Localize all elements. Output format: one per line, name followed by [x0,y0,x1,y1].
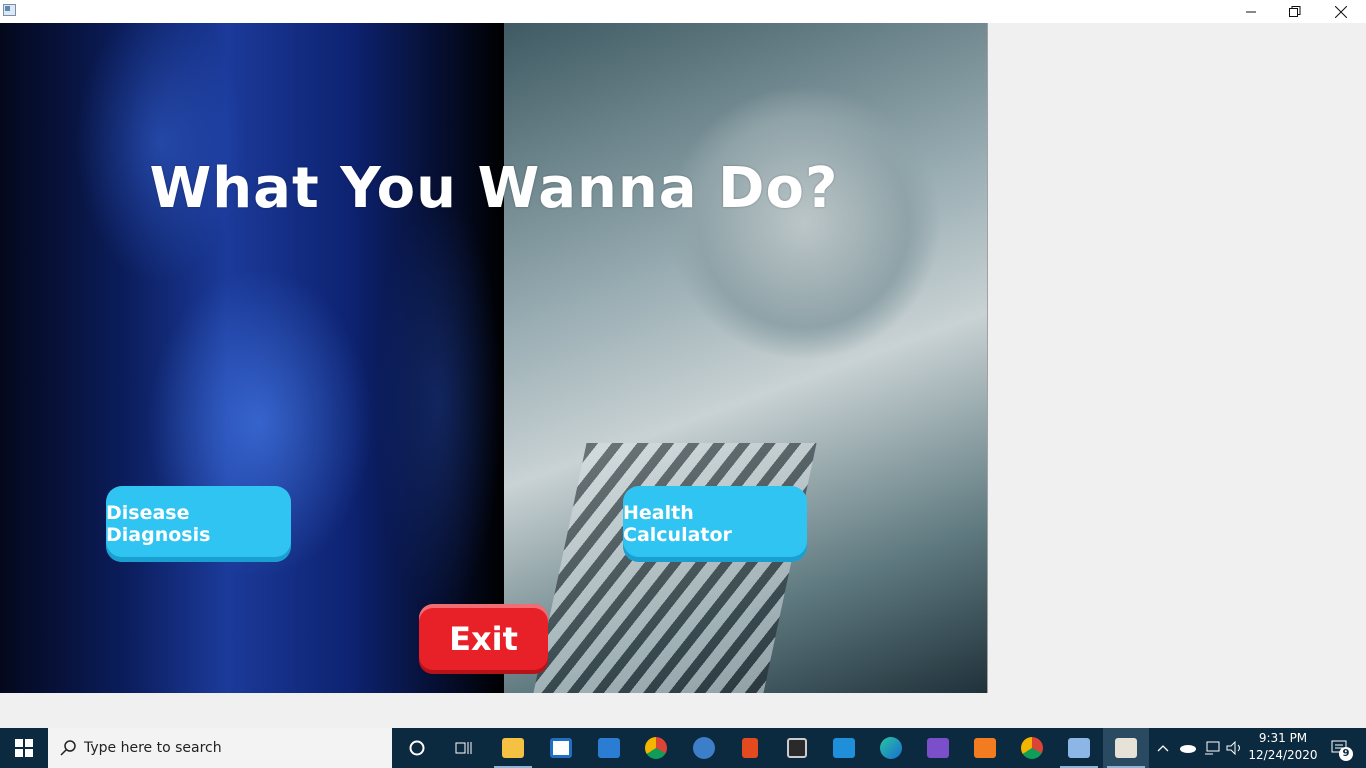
app-button[interactable] [774,728,820,768]
chrome-icon [645,737,667,759]
windows-logo-icon [15,739,33,757]
minimize-button[interactable] [1228,0,1274,23]
taskbar: Type here to search 9:31 PM 12/24/2020 9 [0,728,1366,768]
network-button[interactable] [1201,728,1223,768]
health-calculator-button[interactable]: Health Calculator [623,486,807,562]
action-center-button[interactable]: 9 [1322,728,1358,768]
cortana-button[interactable] [394,728,440,768]
window-title-bar [0,0,1366,23]
notification-badge: 9 [1339,747,1353,761]
chrome-icon [1021,737,1043,759]
chrome-button-2[interactable] [1009,728,1055,768]
virtualbox-icon [1068,738,1090,758]
chrome-button[interactable] [633,728,679,768]
xampp-icon [974,738,996,758]
edge-icon [880,737,902,759]
exit-button[interactable]: Exit [419,604,548,674]
taskbar-search-box[interactable]: Type here to search [48,728,392,768]
cortana-icon [409,740,425,756]
restore-icon [1289,5,1301,17]
start-button[interactable] [0,728,48,768]
outlook-button[interactable] [821,728,867,768]
task-view-button[interactable] [440,728,486,768]
virtualbox-button[interactable] [1056,728,1102,768]
qbittorrent-button[interactable] [681,728,727,768]
network-icon [1205,741,1220,755]
xampp-button[interactable] [962,728,1008,768]
visual-studio-button[interactable] [915,728,961,768]
office-button[interactable] [727,728,773,768]
onedrive-button[interactable] [1176,728,1200,768]
minimize-icon [1246,11,1256,12]
app-window-icon [3,4,16,16]
main-panel: What You Wanna Do? Disease Diagnosis Hea… [0,23,988,693]
outlook-icon [833,738,855,758]
restore-button[interactable] [1272,0,1318,23]
task-view-icon [455,742,472,754]
close-icon [1335,5,1347,18]
show-hidden-icons-button[interactable] [1152,728,1174,768]
disease-diagnosis-button[interactable]: Disease Diagnosis [106,486,291,562]
file-explorer-button[interactable] [490,728,536,768]
clock-time: 9:31 PM [1258,731,1308,745]
clock-date: 12/24/2020 [1248,748,1318,762]
page-title: What You Wanna Do? [149,156,839,221]
speaker-icon [1226,741,1240,755]
cloud-icon [1180,745,1196,753]
search-icon [60,740,76,756]
file-explorer-icon [502,738,524,758]
office-icon [742,738,758,758]
dna-background-image [0,23,504,693]
java-icon [1115,738,1137,758]
volume-button[interactable] [1224,728,1246,768]
qbittorrent-icon [693,737,715,759]
java-app-button[interactable] [1103,728,1149,768]
store-button[interactable] [538,728,584,768]
store-icon [550,738,572,758]
visual-studio-icon [927,738,949,758]
edge-button[interactable] [868,728,914,768]
chevron-up-icon [1157,745,1169,752]
mail-button[interactable] [586,728,632,768]
close-button[interactable] [1318,0,1364,23]
search-placeholder: Type here to search [84,740,222,756]
taskbar-clock[interactable]: 9:31 PM 12/24/2020 [1245,730,1321,766]
app-icon [787,738,807,758]
mail-icon [598,738,620,758]
